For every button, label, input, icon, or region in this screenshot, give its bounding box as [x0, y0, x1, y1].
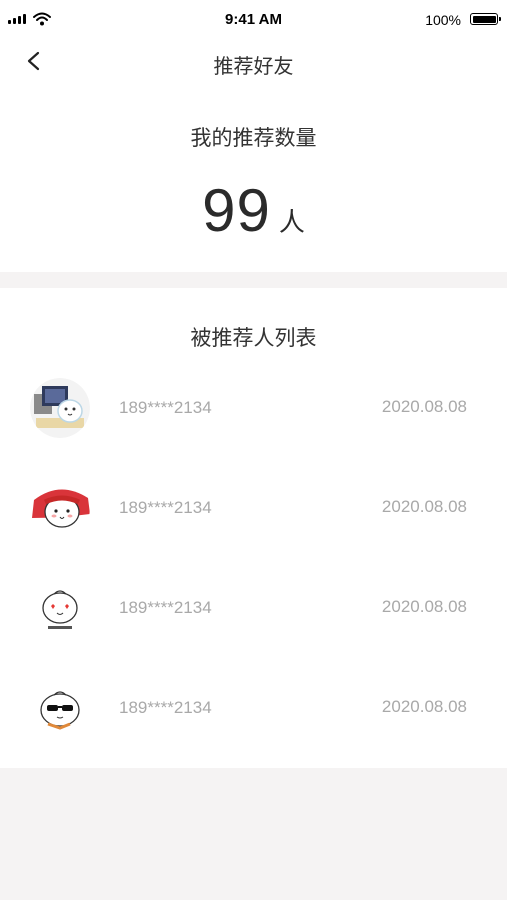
list-item[interactable]: 189****2134 2020.08.08	[0, 378, 507, 458]
referred-list-title: 被推荐人列表	[190, 326, 317, 350]
nav-bar: 推荐好友	[0, 40, 507, 84]
avatar	[30, 478, 90, 538]
referred-phone: 189****2134	[119, 698, 212, 717]
page-title: 推荐好友	[213, 54, 294, 78]
referral-count-label: 我的推荐数量	[190, 126, 317, 150]
referred-date: 2020.08.08	[381, 597, 467, 616]
referral-summary: 我的推荐数量 99 人	[0, 84, 507, 272]
battery-percentage: 100%	[425, 12, 461, 28]
referral-count: 99	[202, 177, 271, 244]
status-bar: 9:41 AM 100%	[0, 0, 507, 40]
referred-date: 2020.08.08	[381, 397, 467, 416]
referral-count-unit: 人	[278, 208, 305, 238]
avatar	[30, 578, 90, 638]
referred-phone: 189****2134	[119, 398, 212, 417]
list-item[interactable]: 189****2134 2020.08.08	[0, 478, 507, 558]
referred-list: 被推荐人列表 189****2134 2020.08.08 189****213…	[0, 288, 507, 768]
referred-phone: 189****2134	[119, 498, 212, 517]
avatar	[30, 678, 90, 738]
referral-count-row: 99 人	[0, 176, 507, 245]
list-item[interactable]: 189****2134 2020.08.08	[0, 578, 507, 658]
battery-icon	[470, 13, 501, 25]
referred-date: 2020.08.08	[381, 697, 467, 716]
avatar	[30, 378, 90, 438]
list-item[interactable]: 189****2134 2020.08.08	[0, 678, 507, 758]
referred-date: 2020.08.08	[381, 497, 467, 516]
referred-phone: 189****2134	[119, 598, 212, 617]
